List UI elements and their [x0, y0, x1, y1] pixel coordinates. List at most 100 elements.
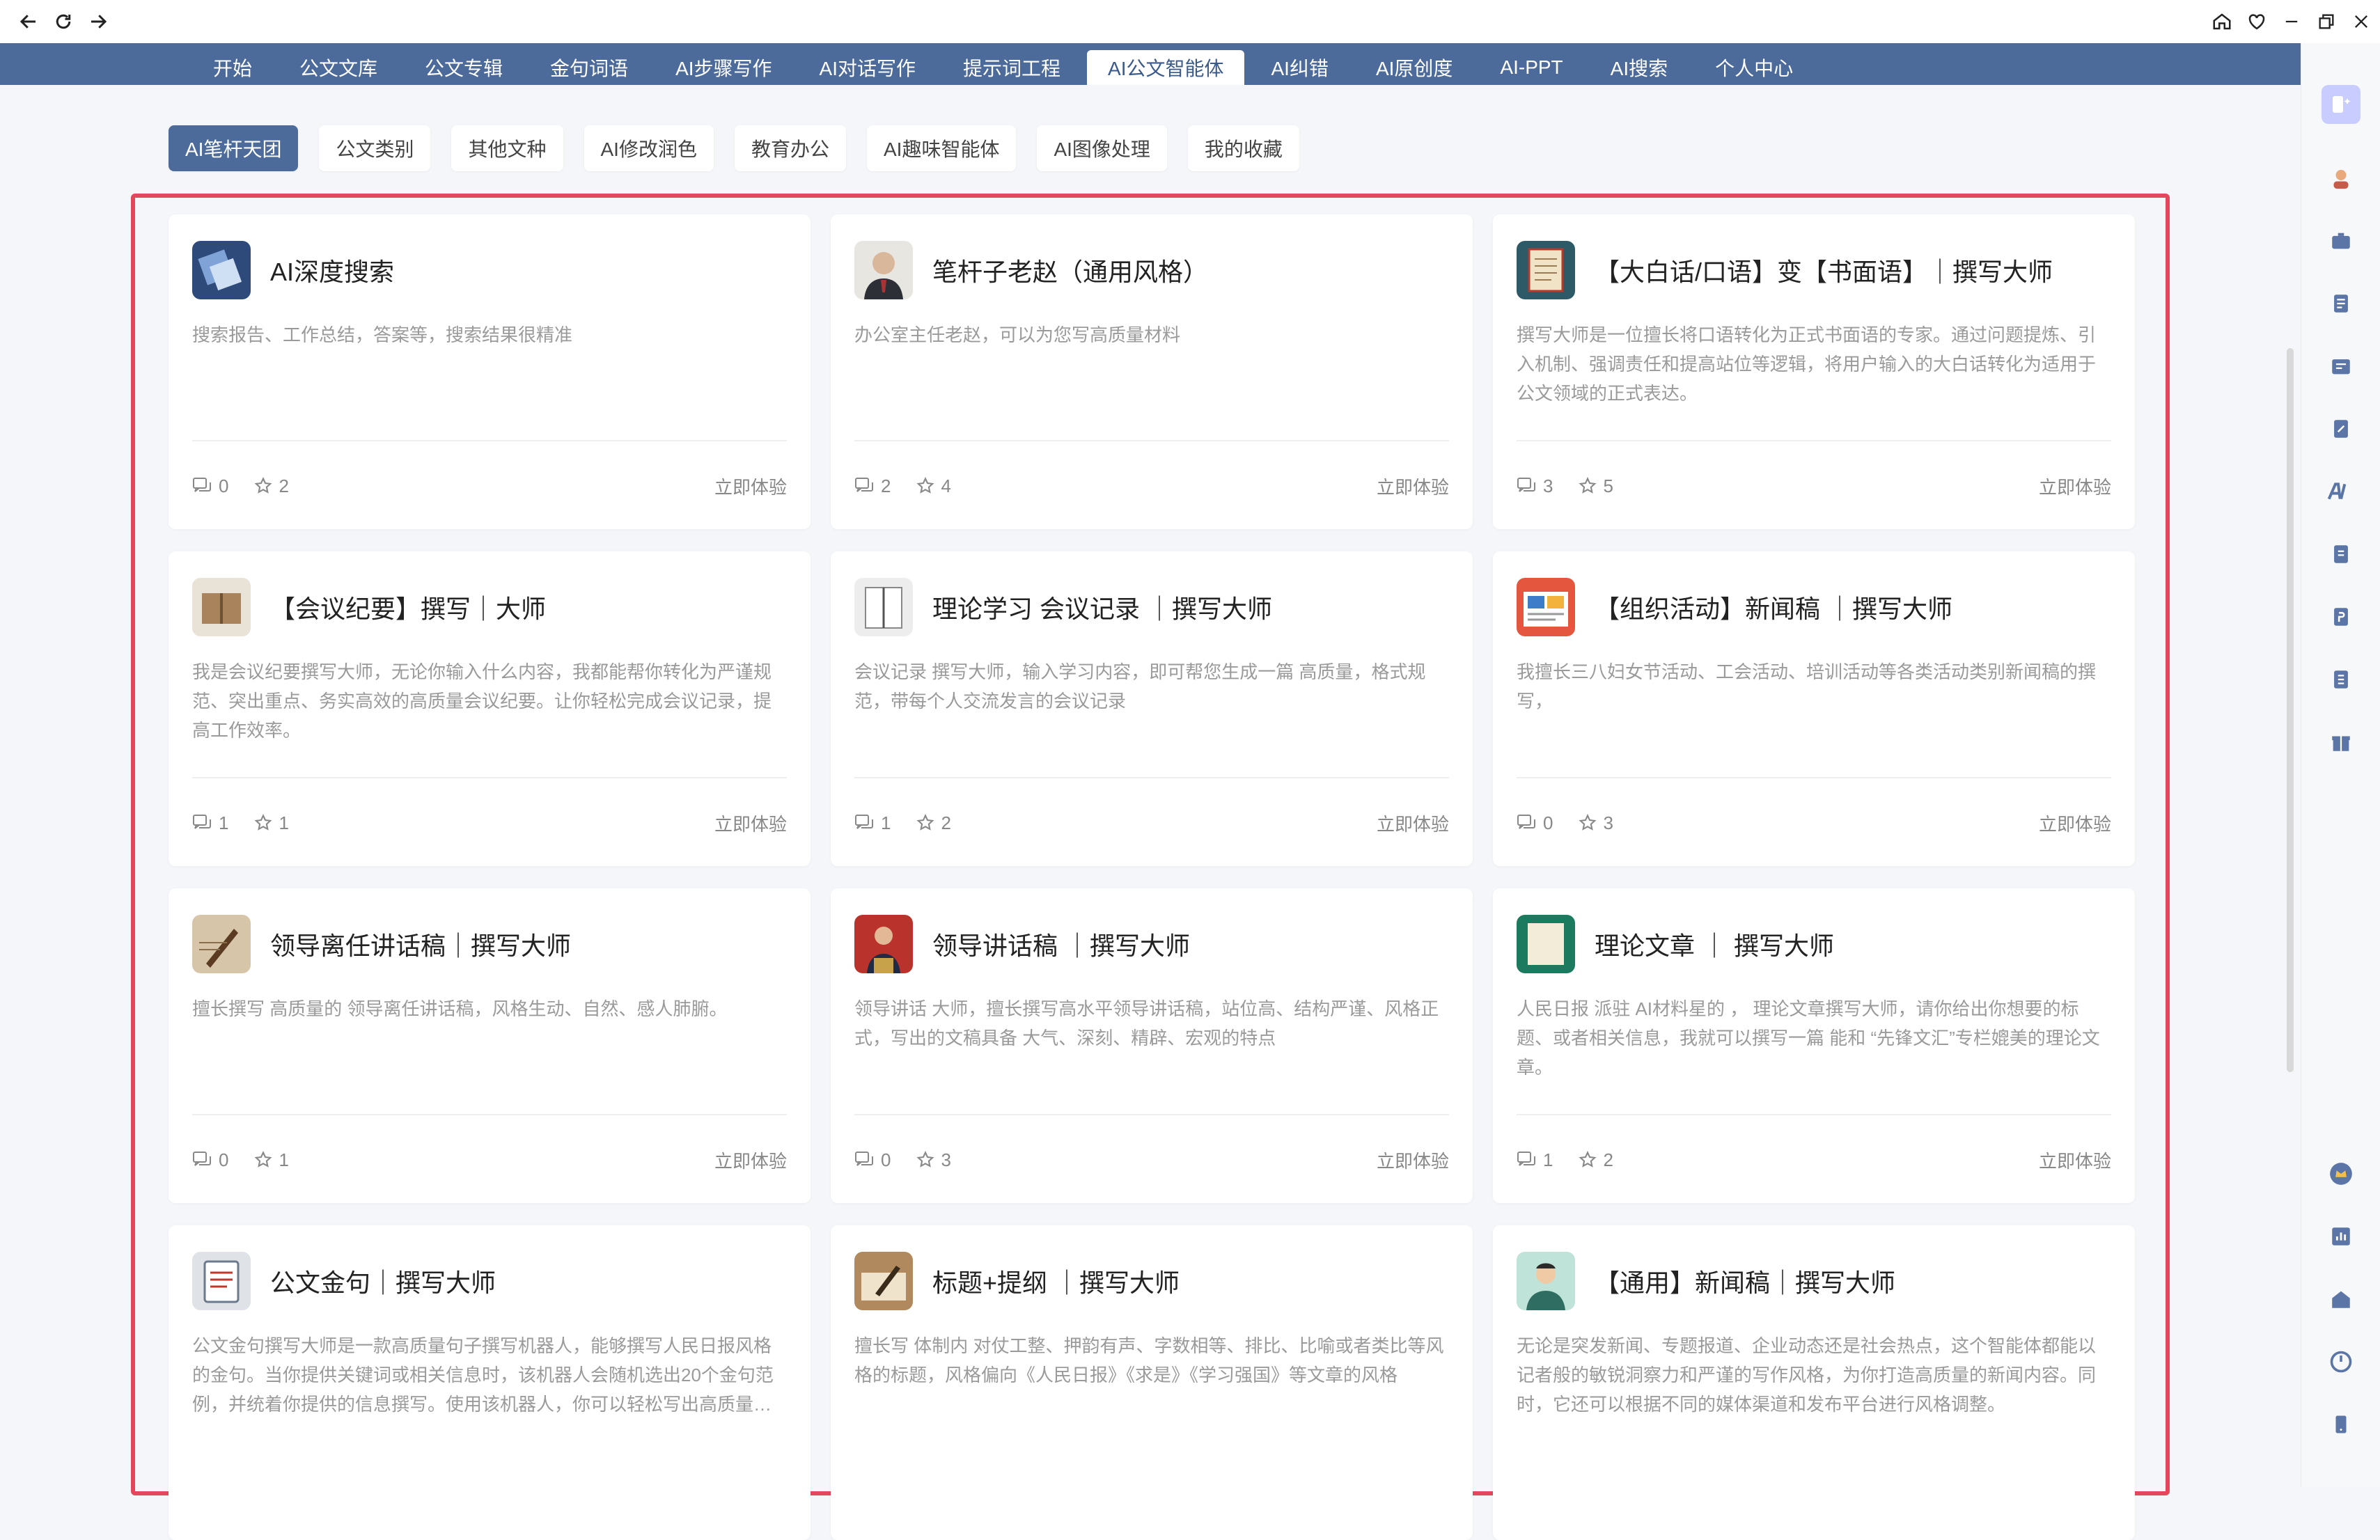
- agent-card[interactable]: 【大白话/口语】变【书面语】｜撰写大师 撰写大师是一位擅长将口语转化为正式书面语的…: [1493, 214, 2135, 529]
- filter-tab[interactable]: 其他文种: [451, 125, 563, 171]
- star-count[interactable]: 2: [1578, 1149, 1613, 1171]
- star-count[interactable]: 1: [253, 1149, 289, 1171]
- agent-card[interactable]: 【组织活动】新闻稿 ｜撰写大师 我擅长三八妇女节活动、工会活动、培训活动等各类活动…: [1493, 551, 2135, 866]
- try-now-button[interactable]: 立即体验: [2039, 810, 2111, 836]
- nav-tab[interactable]: AI步骤写作: [655, 50, 792, 85]
- gift-icon[interactable]: [2324, 725, 2358, 759]
- library-icon[interactable]: [2324, 349, 2358, 383]
- try-now-button[interactable]: 立即体验: [2039, 1147, 2111, 1173]
- ppt-icon[interactable]: [2324, 600, 2358, 634]
- try-now-button[interactable]: 立即体验: [1377, 810, 1449, 836]
- star-count-value: 1: [279, 812, 289, 833]
- agent-card-footer: 2 4 立即体验: [854, 472, 1449, 500]
- star-count[interactable]: 4: [916, 476, 951, 497]
- comment-count[interactable]: 2: [854, 476, 891, 497]
- agent-card-header: 【组织活动】新闻稿 ｜撰写大师: [1517, 578, 2114, 636]
- agent-card-description: 擅长写 体制内 对仗工整、押韵有声、字数相等、排比、比喻或者类比等风格的标题，风…: [854, 1335, 1444, 1385]
- try-now-button[interactable]: 立即体验: [714, 810, 787, 836]
- agent-card[interactable]: 【会议纪要】撰写｜大师 我是会议纪要撰写大师，无论你输入什么内容，我都能帮你转化为…: [169, 551, 811, 866]
- power-icon[interactable]: [2324, 1345, 2358, 1378]
- comment-count[interactable]: 3: [1517, 476, 1553, 497]
- comment-count[interactable]: 1: [854, 812, 891, 834]
- star-count[interactable]: 3: [916, 1149, 951, 1171]
- star-icon: [1579, 1151, 1597, 1168]
- comment-count[interactable]: 1: [192, 812, 228, 834]
- user-avatar-icon[interactable]: [2324, 162, 2358, 195]
- briefcase-icon[interactable]: [2324, 224, 2358, 258]
- agent-card-header: 理论文章 ｜ 撰写大师: [1517, 915, 2114, 973]
- filter-tab[interactable]: 教育办公: [734, 125, 846, 171]
- page-scrollbar[interactable]: [2287, 348, 2294, 1072]
- try-now-button[interactable]: 立即体验: [714, 1147, 787, 1173]
- phone-icon[interactable]: [2324, 1408, 2358, 1441]
- agent-card-header: 【大白话/口语】变【书面语】｜撰写大师: [1517, 241, 2114, 299]
- ai-logo-icon[interactable]: [2324, 475, 2358, 508]
- filter-tab[interactable]: AI趣味智能体: [866, 125, 1017, 171]
- agent-card[interactable]: 领导离任讲话稿｜撰写大师 擅长撰写 高质量的 领导离任讲话稿，风格生动、自然、感人…: [169, 888, 811, 1203]
- minimize-button[interactable]: [2277, 7, 2306, 36]
- vip-crown-icon[interactable]: [2324, 1157, 2358, 1191]
- news-board-icon: [1517, 578, 1575, 636]
- filter-tab[interactable]: AI图像处理: [1037, 125, 1167, 171]
- nav-tab[interactable]: AI对话写作: [799, 50, 937, 85]
- agent-card-title: 【通用】新闻稿｜撰写大师: [1595, 1268, 1896, 1297]
- nav-tab[interactable]: 开始: [192, 50, 273, 85]
- nav-tab[interactable]: 金句词语: [529, 50, 649, 85]
- filter-tab[interactable]: 我的收藏: [1187, 125, 1299, 171]
- nav-tab[interactable]: 公文文库: [279, 50, 398, 85]
- star-count[interactable]: 2: [253, 476, 289, 497]
- restore-button[interactable]: [2312, 7, 2341, 36]
- nav-tab[interactable]: 个人中心: [1694, 50, 1814, 85]
- star-count[interactable]: 1: [253, 812, 289, 834]
- write-icon[interactable]: [2324, 412, 2358, 446]
- nav-tab[interactable]: 公文专辑: [404, 50, 524, 85]
- close-button[interactable]: [2347, 7, 2376, 36]
- agent-card[interactable]: 标题+提纲 ｜撰写大师 擅长写 体制内 对仗工整、押韵有声、字数相等、排比、比喻或…: [831, 1225, 1473, 1540]
- main-nav: 开始 公文文库 公文专辑 金句词语 AI步骤写作 AI对话写作 提示词工程 AI公文智能体 AI…: [0, 43, 2380, 85]
- try-now-button[interactable]: 立即体验: [714, 473, 787, 499]
- back-button[interactable]: [14, 7, 43, 36]
- try-now-button[interactable]: 立即体验: [1377, 1147, 1449, 1173]
- nav-tab[interactable]: AI纠错: [1250, 50, 1349, 85]
- statistics-icon[interactable]: [2324, 1220, 2358, 1253]
- agent-card-header: 公文金句｜撰写大师: [192, 1252, 790, 1310]
- home-rail-icon[interactable]: [2324, 1282, 2358, 1316]
- try-now-button[interactable]: 立即体验: [1377, 473, 1449, 499]
- agent-card[interactable]: 理论学习 会议记录 ｜撰写大师 会议记录 撰写大师，输入学习内容，即可帮您生成一篇…: [831, 551, 1473, 866]
- comment-icon: [1517, 478, 1535, 492]
- filter-tab[interactable]: AI修改润色: [584, 125, 714, 171]
- nav-tab[interactable]: 提示词工程: [942, 50, 1081, 85]
- home-button[interactable]: [2207, 7, 2237, 36]
- category-filter-bar: AI笔杆天团 公文类别 其他文种 AI修改润色 教育办公 AI趣味智能体 AI图像处理 我的收…: [169, 125, 1299, 171]
- reload-button[interactable]: [49, 7, 78, 36]
- agent-card[interactable]: AI深度搜索 搜索报告、工作总结，答案等，搜索结果很精准 0 2 立即体验: [169, 214, 811, 529]
- star-count[interactable]: 3: [1578, 812, 1613, 834]
- forward-button[interactable]: [84, 7, 113, 36]
- scroll-document-icon: [1517, 241, 1575, 299]
- ai-assistant-icon[interactable]: [2322, 85, 2361, 124]
- star-count[interactable]: 2: [916, 812, 951, 834]
- star-count[interactable]: 5: [1578, 476, 1613, 497]
- try-now-button[interactable]: 立即体验: [2039, 473, 2111, 499]
- agent-card[interactable]: 理论文章 ｜ 撰写大师 人民日报 派驻 AI材料星的 ， 理论文章撰写大师，请你给…: [1493, 888, 2135, 1203]
- original-check-icon[interactable]: [2324, 663, 2358, 696]
- comment-count[interactable]: 0: [854, 1149, 891, 1171]
- comment-count[interactable]: 0: [192, 1149, 228, 1171]
- agent-card[interactable]: 领导讲话稿 ｜撰写大师 领导讲话 大师，擅长撰写高水平领导讲话稿，站位高、结构严谨…: [831, 888, 1473, 1203]
- nav-tab[interactable]: AI原创度: [1355, 50, 1473, 85]
- nav-tab[interactable]: AI公文智能体: [1087, 50, 1245, 85]
- favorite-button[interactable]: [2242, 7, 2271, 36]
- nav-tab[interactable]: AI-PPT: [1479, 50, 1583, 85]
- report-icon[interactable]: [2324, 537, 2358, 571]
- agent-card[interactable]: 【通用】新闻稿｜撰写大师 无论是突发新闻、专题报道、企业动态还是社会热点，这个智能…: [1493, 1225, 2135, 1540]
- comment-count[interactable]: 0: [192, 476, 228, 497]
- agent-card[interactable]: 公文金句｜撰写大师 公文金句撰写大师是一款高质量句子撰写机器人，能够撰写人民日报风…: [169, 1225, 811, 1540]
- filter-tab[interactable]: 公文类别: [319, 125, 431, 171]
- agent-card-title: 【会议纪要】撰写｜大师: [270, 595, 547, 623]
- filter-tab[interactable]: AI笔杆天团: [169, 125, 299, 171]
- comment-count[interactable]: 1: [1517, 1149, 1553, 1171]
- document-icon[interactable]: [2324, 287, 2358, 320]
- agent-card[interactable]: 笔杆子老赵（通用风格） 办公室主任老赵，可以为您写高质量材料 2 4 立即体验: [831, 214, 1473, 529]
- comment-count[interactable]: 0: [1517, 812, 1553, 834]
- nav-tab[interactable]: AI搜索: [1590, 50, 1689, 85]
